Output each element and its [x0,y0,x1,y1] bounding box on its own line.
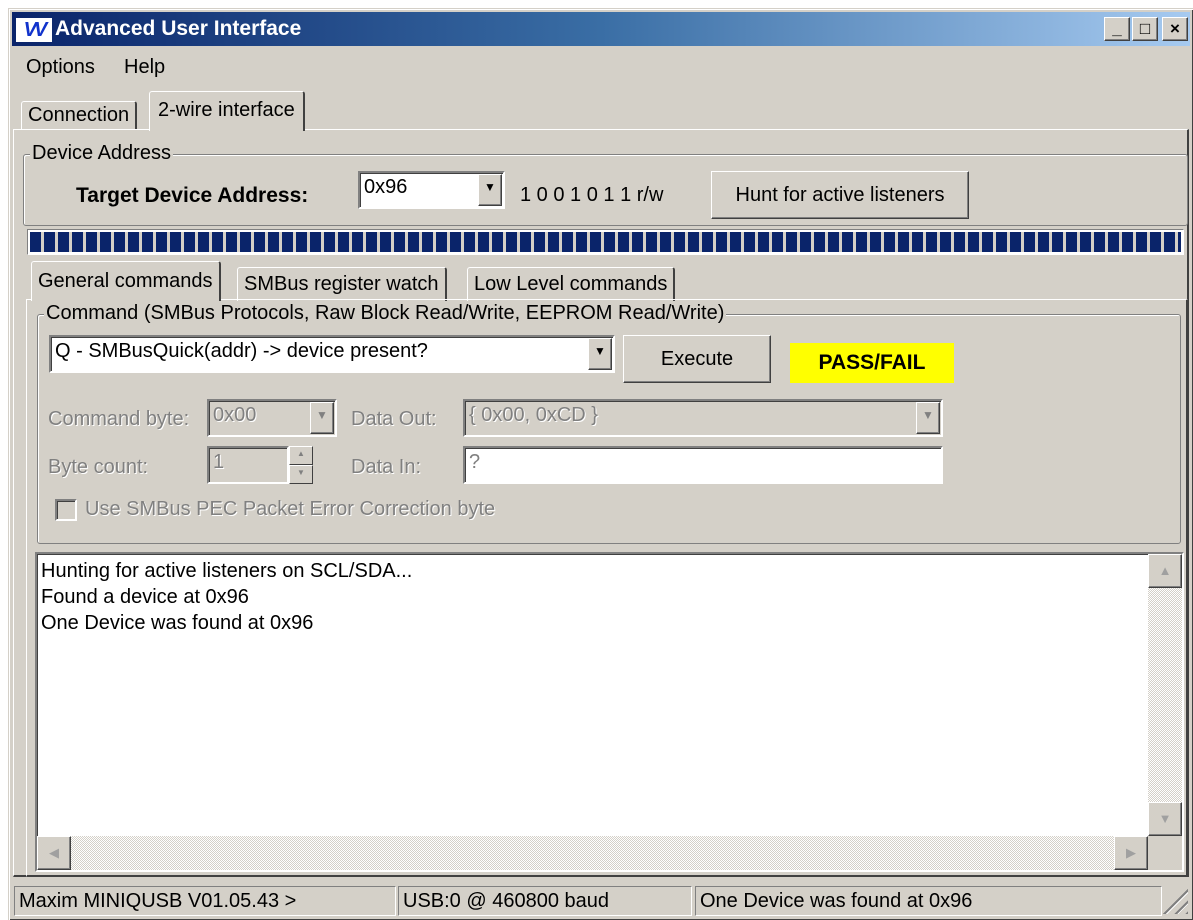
spin-down-icon[interactable]: ▼ [289,465,313,484]
maxim-logo-icon: VV [16,18,52,42]
chevron-down-icon[interactable]: ▼ [310,402,334,434]
menu-help[interactable]: Help [124,56,165,78]
command-byte-value: 0x00 [213,404,257,426]
byte-count-field[interactable]: 1 [207,446,289,484]
progress-fill [30,232,1181,252]
command-byte-select[interactable]: 0x00 ▼ [207,399,337,437]
scroll-up-icon[interactable]: ▲ [1148,554,1182,588]
address-binary-display: 1 0 0 1 0 1 1 r/w [520,184,664,206]
target-address-value: 0x96 [364,176,408,198]
tab-general-commands-label: General commands [38,270,213,292]
data-in-value: ? [469,451,481,473]
log-output[interactable]: Hunting for active listeners on SCL/SDA.… [35,552,1184,872]
hunt-for-active-listeners-button[interactable]: Hunt for active listeners [711,171,969,219]
close-button[interactable]: × [1162,17,1188,41]
scroll-left-icon[interactable]: ◀ [37,836,71,870]
device-address-group-label: Device Address [30,142,173,164]
byte-count-spinner[interactable]: ▲ ▼ [289,446,313,484]
status-firmware: Maxim MINIQUSB V01.05.43 > [14,886,396,916]
menu-options[interactable]: Options [26,56,95,78]
chevron-down-icon[interactable]: ▼ [916,402,940,434]
pass-fail-indicator: PASS/FAIL [790,343,954,383]
pec-checkbox[interactable] [55,499,77,521]
horizontal-scrollbar[interactable]: ◀ ▶ [37,836,1148,870]
tab-low-level-commands-label: Low Level commands [474,273,668,295]
tab-2-wire-interface[interactable]: 2-wire interface [149,91,305,131]
window-title: Advanced User Interface [55,17,302,40]
data-out-select[interactable]: { 0x00, 0xCD } ▼ [463,399,943,437]
tab-connection-label: Connection [28,104,130,126]
command-select[interactable]: Q - SMBusQuick(addr) -> device present? … [49,335,615,373]
data-out-value: { 0x00, 0xCD } [469,404,598,426]
status-connection: USB:0 @ 460800 baud [398,886,692,916]
scroll-right-icon[interactable]: ▶ [1114,836,1148,870]
execute-button[interactable]: Execute [623,335,771,383]
target-address-select[interactable]: 0x96 ▼ [358,171,505,209]
status-bar: Maxim MINIQUSB V01.05.43 > USB:0 @ 46080… [12,884,1190,916]
minimize-button[interactable]: _ [1104,17,1130,41]
command-group-label: Command (SMBus Protocols, Raw Block Read… [44,302,727,324]
log-line: Found a device at 0x96 [41,586,249,608]
app-window: VV Advanced User Interface _ □ × Options… [8,8,1193,920]
scroll-corner [1148,836,1182,870]
chevron-down-icon[interactable]: ▼ [478,174,502,206]
tab-smbus-register-watch[interactable]: SMBus register watch [237,267,447,301]
target-device-address-label: Target Device Address: [76,184,309,207]
tab-smbus-register-watch-label: SMBus register watch [244,273,439,295]
tab-low-level-commands[interactable]: Low Level commands [467,267,676,301]
chevron-down-icon[interactable]: ▼ [588,338,612,370]
vertical-scrollbar[interactable]: ▲ ▼ [1148,554,1182,836]
byte-count-value: 1 [213,451,225,473]
resize-grip-icon[interactable] [1162,888,1188,914]
log-line: One Device was found at 0x96 [41,612,314,634]
progress-bar [27,229,1184,255]
pec-checkbox-label: Use SMBus PEC Packet Error Correction by… [85,498,496,520]
tab-general-commands[interactable]: General commands [31,261,221,301]
maximize-button[interactable]: □ [1132,17,1158,41]
data-in-label: Data In: [351,456,422,478]
byte-count-label: Byte count: [48,456,149,478]
data-out-label: Data Out: [351,408,437,430]
command-byte-label: Command byte: [48,408,190,430]
tab-connection[interactable]: Connection [21,101,138,129]
tab-2-wire-label: 2-wire interface [158,99,295,121]
scroll-down-icon[interactable]: ▼ [1148,802,1182,836]
log-line: Hunting for active listeners on SCL/SDA.… [41,560,413,582]
title-bar[interactable]: VV Advanced User Interface _ □ × [12,12,1190,46]
data-in-field[interactable]: ? [463,446,943,484]
log-lines: Hunting for active listeners on SCL/SDA.… [41,558,412,636]
status-message: One Device was found at 0x96 [695,886,1162,916]
command-select-value: Q - SMBusQuick(addr) -> device present? [55,340,428,362]
spin-up-icon[interactable]: ▲ [289,446,313,465]
